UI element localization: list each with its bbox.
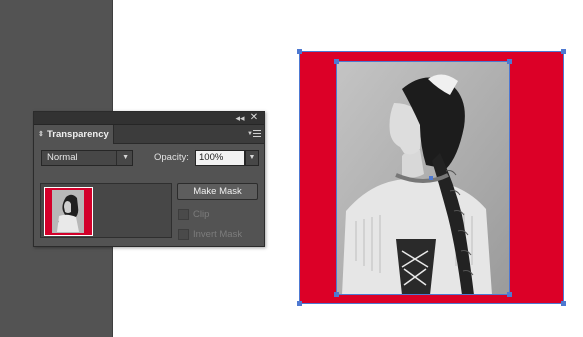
panel-tabbar: ⇕ Transparency ▼ bbox=[34, 125, 264, 144]
panel-titlebar[interactable]: ◂◂ ✕ bbox=[34, 112, 264, 125]
portrait-photo[interactable] bbox=[336, 61, 509, 295]
photo-bounds-top bbox=[336, 61, 510, 62]
selection-handle-nw[interactable] bbox=[297, 49, 302, 54]
collapse-arrows-icon[interactable]: ◂◂ bbox=[234, 112, 246, 124]
selection-bounds-top bbox=[299, 51, 564, 52]
selection-bounds-left bbox=[299, 51, 300, 304]
selection-handle-se[interactable] bbox=[561, 301, 566, 306]
close-icon[interactable]: ✕ bbox=[248, 112, 260, 124]
invert-mask-checkbox-box[interactable] bbox=[178, 229, 189, 240]
opacity-label: Opacity: bbox=[154, 152, 189, 163]
invert-mask-label: Invert Mask bbox=[193, 229, 243, 240]
transparency-panel: ◂◂ ✕ ⇕ Transparency ▼ Normal ▼ Opacity: … bbox=[33, 111, 265, 247]
clip-checkbox-box[interactable] bbox=[178, 209, 189, 220]
tab-expand-icon[interactable]: ⇕ bbox=[38, 125, 44, 144]
selection-handle-sw[interactable] bbox=[297, 301, 302, 306]
illustrator-workspace: ◂◂ ✕ ⇕ Transparency ▼ Normal ▼ Opacity: … bbox=[0, 0, 583, 337]
photo-handle-ne[interactable] bbox=[507, 59, 512, 64]
blend-mode-dropdown[interactable]: Normal ▼ bbox=[41, 150, 133, 166]
center-point bbox=[429, 176, 433, 180]
make-mask-button[interactable]: Make Mask bbox=[177, 183, 258, 200]
photo-handle-nw[interactable] bbox=[334, 59, 339, 64]
selection-bounds-right bbox=[563, 51, 564, 304]
photo-bounds-left bbox=[336, 61, 337, 295]
photo-bounds-right bbox=[509, 61, 510, 295]
chevron-down-icon: ▼ bbox=[248, 154, 256, 161]
selection-handle-ne[interactable] bbox=[561, 49, 566, 54]
mask-thumbnail-area bbox=[40, 183, 172, 238]
photo-handle-sw[interactable] bbox=[334, 292, 339, 297]
opacity-dropdown-button[interactable]: ▼ bbox=[245, 150, 259, 166]
object-thumbnail[interactable] bbox=[44, 187, 93, 236]
tab-transparency[interactable]: ⇕ Transparency bbox=[34, 125, 114, 144]
opacity-input[interactable]: 100% bbox=[195, 150, 245, 166]
blend-mode-value: Normal bbox=[47, 152, 78, 163]
photo-bounds-bottom bbox=[336, 294, 510, 295]
clip-label: Clip bbox=[193, 209, 210, 220]
tab-label: Transparency bbox=[47, 129, 109, 140]
panel-menu-icon[interactable]: ▼ bbox=[247, 128, 261, 140]
chevron-down-icon: ▼ bbox=[122, 154, 129, 161]
selection-bounds-bottom bbox=[299, 303, 564, 304]
photo-handle-se[interactable] bbox=[507, 292, 512, 297]
